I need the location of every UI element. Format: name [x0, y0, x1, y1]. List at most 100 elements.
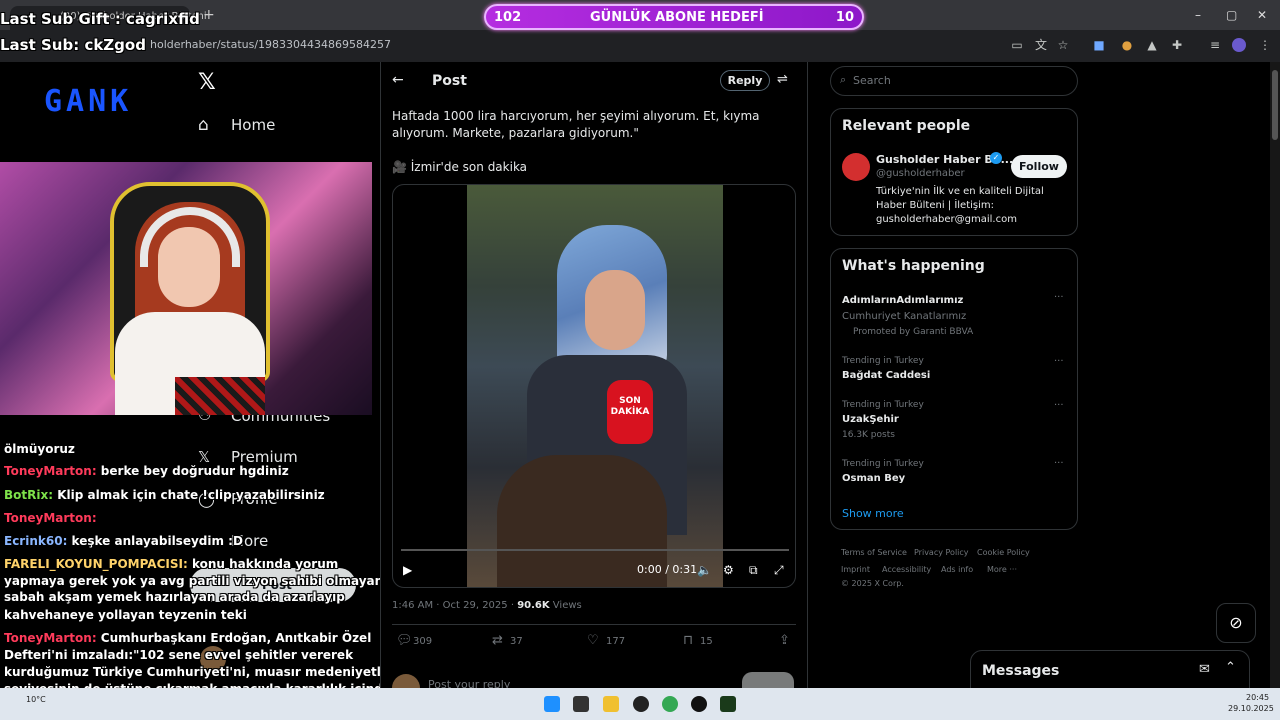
- reposts-count: 37: [510, 636, 523, 647]
- expand-icon[interactable]: ⌃: [1225, 660, 1236, 675]
- replies-count: 309: [413, 636, 433, 647]
- filter-settings-icon[interactable]: ⇌: [777, 72, 788, 87]
- trend-more-icon[interactable]: ···: [1054, 292, 1064, 303]
- trend-more-icon[interactable]: ···: [1054, 400, 1064, 411]
- file-explorer-icon[interactable]: [603, 696, 619, 712]
- footer-link[interactable]: Imprint: [841, 565, 870, 574]
- trend-name[interactable]: UzakŞehir: [842, 414, 899, 425]
- task-view-icon[interactable]: [573, 696, 589, 712]
- trend-more-icon[interactable]: ···: [1054, 458, 1064, 469]
- chat-message: ToneyMarton: Cumhurbaşkanı Erdoğan, Anıt…: [4, 631, 371, 645]
- footer-link[interactable]: Accessibility: [882, 565, 931, 574]
- footer-link[interactable]: Cookie Policy: [977, 548, 1030, 557]
- nav-home[interactable]: Home: [231, 116, 275, 134]
- chat-text: yapmaya gerek yok ya avg partili vizyon …: [4, 574, 424, 588]
- obs-icon[interactable]: [633, 696, 649, 712]
- extension-icon[interactable]: ●: [1120, 38, 1134, 52]
- chat-text: berke bey doğrudur hgdiniz: [96, 464, 289, 478]
- divider: [392, 624, 796, 625]
- bookmark-icon[interactable]: ⊓: [683, 633, 693, 648]
- repost-icon[interactable]: ⇄: [492, 633, 503, 648]
- chat-username[interactable]: Ecrink60:: [4, 534, 67, 548]
- scrollbar[interactable]: [1270, 62, 1280, 688]
- video-time: 0:00 / 0:31: [637, 563, 698, 576]
- trend-name[interactable]: AdımlarınAdımlarımız: [842, 295, 963, 306]
- new-message-icon[interactable]: ✉: [1199, 662, 1210, 677]
- close-icon[interactable]: ✕: [1257, 8, 1267, 22]
- trend-context: Trending in Turkey: [842, 459, 924, 469]
- settings-gear-icon[interactable]: ⚙: [723, 563, 734, 577]
- play-icon[interactable]: ▶: [403, 563, 412, 577]
- pip-icon[interactable]: ⧉: [749, 563, 758, 578]
- fullscreen-icon[interactable]: ⤢: [774, 563, 784, 578]
- chat-message: yapmaya gerek yok ya avg partili vizyon …: [4, 574, 423, 588]
- scrollbar-thumb[interactable]: [1272, 70, 1278, 140]
- new-tab-button[interactable]: +: [203, 7, 215, 23]
- post-timestamp: 1:46 AM · Oct 29, 2025 ·: [392, 600, 518, 611]
- chat-username[interactable]: ToneyMarton:: [4, 631, 97, 645]
- translate-icon[interactable]: 文: [1034, 38, 1048, 52]
- extensions-puzzle-icon[interactable]: ✚: [1170, 38, 1184, 52]
- chat-message: ToneyMarton:: [4, 511, 97, 525]
- like-icon[interactable]: ♡: [587, 633, 599, 648]
- chat-username[interactable]: BotRix:: [4, 488, 53, 502]
- plaid-skirt: [175, 377, 265, 415]
- show-more-link[interactable]: Show more: [842, 507, 904, 520]
- bookmark-star-icon[interactable]: ☆: [1056, 38, 1070, 52]
- reply-button-top[interactable]: Reply: [720, 70, 770, 91]
- profile-avatar[interactable]: [1232, 38, 1246, 52]
- chat-text: kahvehaneye yollayan teyzenin teki: [4, 608, 247, 622]
- video-progress-bar[interactable]: [401, 549, 789, 551]
- views-label: Views: [549, 600, 582, 611]
- subscriber-goal-bar: 102 GÜNLÜK ABONE HEDEFİ 10: [484, 4, 864, 30]
- app-play-icon[interactable]: [720, 696, 736, 712]
- extension-icon[interactable]: ▲: [1145, 38, 1159, 52]
- trend-name[interactable]: Osman Bey: [842, 473, 905, 484]
- cast-icon[interactable]: ▭: [1010, 38, 1024, 52]
- clock-time[interactable]: 20:45: [1246, 693, 1269, 702]
- chat-message: BotRix: Klip almak için chate !clip yaza…: [4, 488, 325, 502]
- chat-username[interactable]: ToneyMarton:: [4, 511, 97, 525]
- minimize-icon[interactable]: –: [1195, 8, 1201, 22]
- trend-name[interactable]: Bağdat Caddesi: [842, 370, 930, 381]
- person-avatar[interactable]: [842, 153, 870, 181]
- extension-icon[interactable]: ■: [1092, 38, 1106, 52]
- trend-posts: 16.3K posts: [842, 430, 895, 440]
- messages-drawer[interactable]: Messages ✉ ⌃: [970, 650, 1250, 690]
- footer-link[interactable]: Privacy Policy: [914, 548, 969, 557]
- goal-target: 10: [835, 10, 854, 25]
- clock-date: 29.10.2025: [1228, 704, 1274, 713]
- app-g-icon[interactable]: [691, 696, 707, 712]
- reply-submit-button[interactable]: [742, 672, 794, 688]
- footer-link[interactable]: More ···: [987, 565, 1017, 574]
- weather-widget[interactable]: 10°C: [26, 695, 46, 704]
- chat-username[interactable]: FARELI_KOYUN_POMPACISI:: [4, 557, 188, 571]
- chat-username[interactable]: ToneyMarton:: [4, 464, 97, 478]
- back-arrow-icon[interactable]: ←: [392, 72, 404, 88]
- windows-start-icon[interactable]: [544, 696, 560, 712]
- video-player[interactable]: SON DAKİKA ▶ 0:00 / 0:31 🔈 ⚙ ⧉ ⤢: [392, 184, 796, 588]
- goal-title: GÜNLÜK ABONE HEDEFİ: [590, 10, 764, 25]
- reply-icon[interactable]: 💬︎: [396, 633, 413, 648]
- share-icon[interactable]: ⇪: [779, 633, 790, 648]
- chat-message: ToneyMarton: berke bey doğrudur hgdiniz: [4, 464, 289, 478]
- chat-text: Defteri'ni imzaladı:"102 sene evvel şehi…: [4, 648, 354, 662]
- maximize-icon[interactable]: ▢: [1226, 8, 1237, 22]
- trend-more-icon[interactable]: ···: [1054, 356, 1064, 367]
- post-header-title: Post: [432, 73, 467, 89]
- whats-happening-card: [830, 248, 1078, 530]
- volume-icon[interactable]: 🔈: [697, 563, 712, 577]
- reading-list-icon[interactable]: ≡: [1208, 38, 1222, 52]
- chrome-icon[interactable]: [662, 696, 678, 712]
- stream-chat: ölmüyoruz ToneyMarton: berke bey doğrudur…: [0, 438, 423, 714]
- footer-link[interactable]: Terms of Service: [841, 548, 907, 557]
- verified-badge-icon: ✓: [990, 152, 1002, 164]
- footer-link[interactable]: Ads info: [941, 565, 973, 574]
- url-field[interactable]: holderhaber/status/1983304434869584257: [150, 38, 391, 51]
- follow-button[interactable]: Follow: [1011, 155, 1067, 178]
- chat-text: konu hakkında yorum: [187, 557, 339, 571]
- menu-kebab-icon[interactable]: ⋮: [1258, 38, 1272, 52]
- grok-icon[interactable]: ⊘: [1216, 603, 1256, 643]
- trend-promoted: Promoted by Garanti BBVA: [853, 327, 974, 337]
- x-logo-icon[interactable]: 𝕏: [198, 70, 216, 95]
